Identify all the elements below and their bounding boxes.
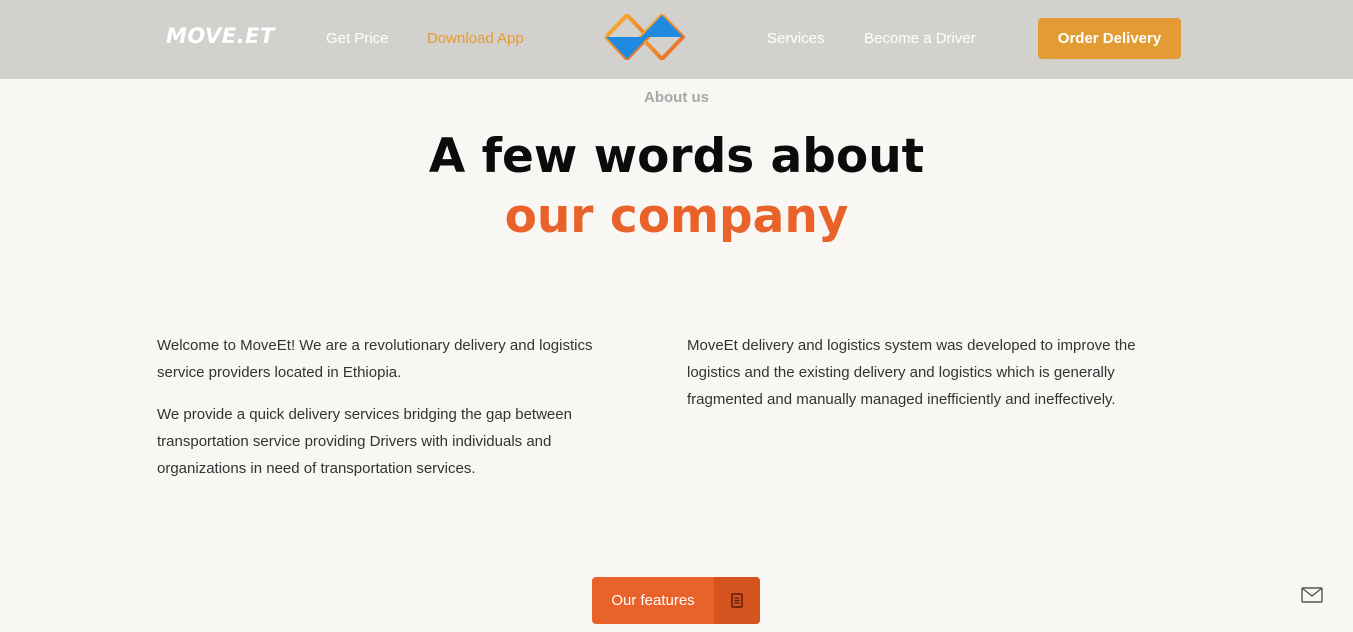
features-icon-box bbox=[714, 577, 760, 624]
headline-line-2: our company bbox=[504, 189, 849, 244]
nav-become-driver[interactable]: Become a Driver bbox=[864, 30, 976, 47]
about-paragraph: Welcome to MoveEt! We are a revolutionar… bbox=[157, 337, 593, 381]
order-delivery-button[interactable]: Order Delivery bbox=[1038, 18, 1181, 59]
about-paragraph: MoveEt delivery and logistics system was… bbox=[687, 337, 1136, 408]
about-paragraph: We provide a quick delivery services bri… bbox=[157, 406, 572, 477]
about-right-column: MoveEt delivery and logistics system was… bbox=[687, 332, 1157, 428]
nav-get-price[interactable]: Get Price bbox=[326, 30, 389, 47]
nav-download-app[interactable]: Download App bbox=[427, 30, 524, 47]
top-navbar: MOVE.ET Get Price Download App Services … bbox=[0, 0, 1353, 79]
nav-services[interactable]: Services bbox=[767, 30, 825, 47]
headline-line-1: A few words about bbox=[428, 129, 925, 184]
our-features-label: Our features bbox=[611, 592, 695, 609]
brand-wordmark[interactable]: MOVE.ET bbox=[166, 24, 275, 48]
envelope-icon[interactable] bbox=[1301, 587, 1323, 603]
moveet-diamond-logo[interactable] bbox=[605, 14, 685, 60]
section-headline: A few words about our company bbox=[0, 127, 1353, 247]
document-icon bbox=[731, 593, 743, 608]
section-eyebrow: About us bbox=[644, 89, 709, 106]
about-left-column: Welcome to MoveEt! We are a revolutionar… bbox=[157, 332, 607, 497]
our-features-button[interactable]: Our features bbox=[592, 577, 760, 624]
